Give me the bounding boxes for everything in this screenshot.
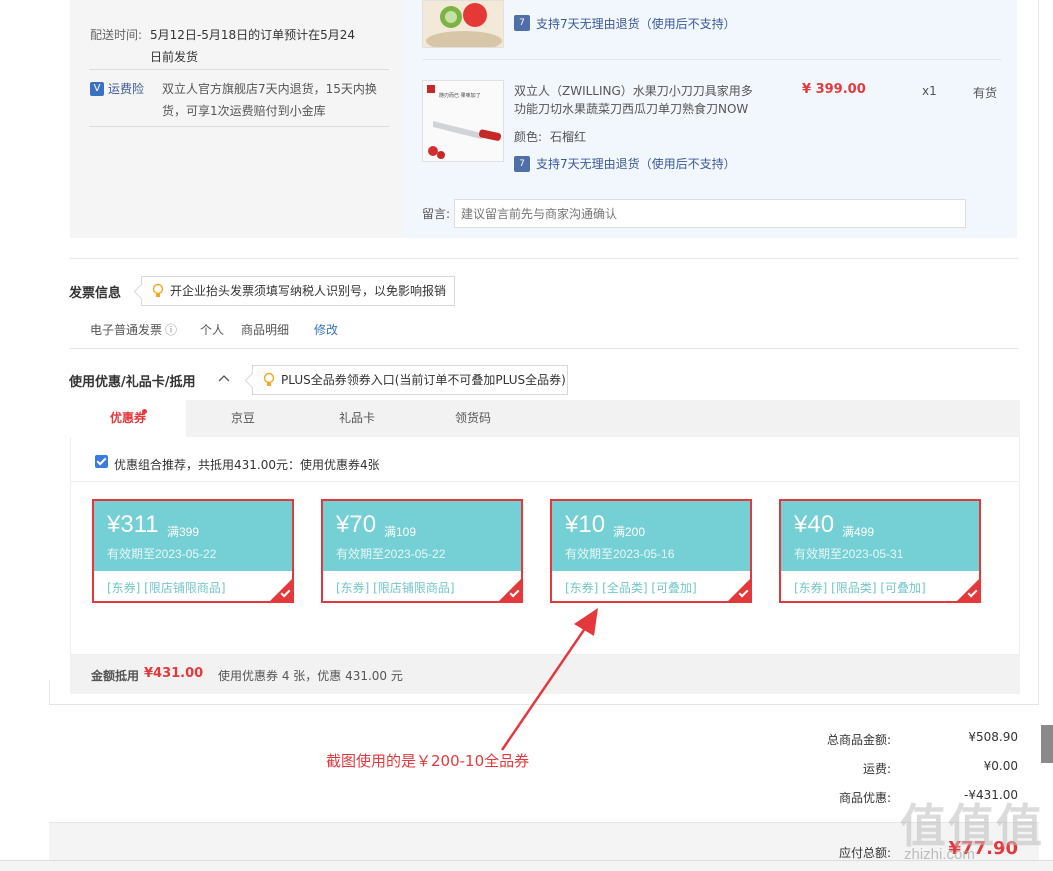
- lightbulb-icon: [152, 283, 164, 297]
- summary-amount: ¥431.00: [144, 666, 204, 681]
- coupon-tags: [东券] [限店铺限商品]: [107, 581, 226, 595]
- delivery-text-1: 5月12日-5月18日的订单预计在5月24: [150, 28, 356, 42]
- coupon-condition: 满499: [842, 525, 875, 539]
- tab-jingdou[interactable]: 京豆: [186, 400, 300, 437]
- divider: [422, 59, 1002, 60]
- shield-icon: V: [90, 82, 104, 96]
- coupon-card[interactable]: ¥70 满109 有效期至2023-05-22 [东券] [限店铺限商品]: [321, 499, 523, 603]
- return-policy-text: 支持7天无理由退货（使用后不支持）: [536, 17, 736, 31]
- coupon-tags: [东券] [限品类] [可叠加]: [794, 581, 926, 595]
- info-icon[interactable]: ⓘ: [165, 321, 177, 338]
- divider: [71, 481, 1019, 482]
- shipping-label: 运费:: [862, 762, 891, 776]
- insurance-text-1: 双立人官方旗舰店7天内退货，15天内换: [162, 82, 377, 96]
- product-quantity: x1: [922, 84, 937, 98]
- frame-line: [49, 680, 50, 705]
- delivery-text-2: 日前发货: [150, 50, 199, 64]
- summary-label: 金额抵用: [91, 669, 140, 683]
- chevron-up-icon[interactable]: [217, 373, 231, 383]
- goods-total-value: ¥508.90: [968, 730, 1018, 744]
- delivery-label: 配送时间:: [90, 28, 143, 42]
- coupon-validity: 有效期至2023-05-16: [565, 547, 675, 561]
- tab-coupons[interactable]: 优惠券: [70, 400, 186, 437]
- frame-line: [1038, 0, 1039, 705]
- color-label: 颜色:: [514, 130, 543, 144]
- payable-label: 应付总额:: [838, 846, 891, 860]
- tab-gift-card[interactable]: 礼品卡: [300, 400, 414, 437]
- freight-insurance-link[interactable]: 运费险: [108, 80, 144, 97]
- watermark-text: zhizhi.com: [904, 846, 975, 863]
- invoice-type: 电子普通发票: [90, 323, 163, 337]
- annotation-arrow-icon: [500, 608, 598, 751]
- message-input[interactable]: [454, 199, 966, 228]
- return-policy-icon: 7: [514, 15, 530, 31]
- tab-redeem-code[interactable]: 领货码: [414, 400, 532, 437]
- product-image[interactable]: [422, 0, 504, 48]
- message-label: 留言:: [422, 207, 451, 221]
- invoice-tip-text: 开企业抬头发票须填写纳税人识别号，以免影响报销: [170, 284, 447, 298]
- coupon-amount: ¥311: [107, 511, 159, 538]
- goods-discount-label: 商品优惠:: [838, 791, 891, 805]
- invoice-content: 商品明细: [241, 323, 290, 337]
- new-badge-dot: [142, 409, 147, 414]
- divider: [70, 348, 1018, 349]
- divider: [89, 69, 389, 70]
- lightbulb-icon: [263, 372, 275, 386]
- coupon-condition: 满399: [167, 525, 200, 539]
- coupon-amount: ¥10: [565, 511, 606, 538]
- invoice-owner: 个人: [200, 323, 225, 337]
- stock-status: 有货: [973, 86, 998, 100]
- plus-coupon-tip[interactable]: PLUS全品券领券入口(当前订单不可叠加PLUS全品券): [252, 365, 568, 395]
- coupon-card[interactable]: ¥10 满200 有效期至2023-05-16 [东券] [全品类] [可叠加]: [550, 499, 752, 603]
- product-image[interactable]: 随刃而已 果味加了: [422, 80, 504, 162]
- coupon-validity: 有效期至2023-05-22: [336, 547, 446, 561]
- bottom-bar: [0, 860, 1053, 871]
- coupon-condition: 满109: [384, 525, 417, 539]
- product-price: ¥ 399.00: [802, 82, 866, 97]
- insurance-text-2: 货，可享1次运费赔付到小金库: [162, 104, 326, 118]
- coupon-validity: 有效期至2023-05-31: [794, 547, 904, 561]
- divider: [70, 258, 1018, 259]
- coupon-condition: 满200: [613, 525, 646, 539]
- shipping-value: ¥0.00: [983, 759, 1018, 773]
- coupon-amount: ¥70: [336, 511, 377, 538]
- side-feedback-tab[interactable]: [1041, 725, 1053, 763]
- discount-section-title[interactable]: 使用优惠/礼品卡/抵用: [69, 371, 196, 390]
- return-policy-text: 支持7天无理由退货（使用后不支持）: [536, 157, 736, 171]
- coupon-card[interactable]: ¥40 满499 有效期至2023-05-31 [东券] [限品类] [可叠加]: [779, 499, 981, 603]
- goods-total-label: 总商品金额:: [826, 733, 891, 747]
- coupon-validity: 有效期至2023-05-22: [107, 547, 217, 561]
- thumb-caption: 随刃而已 果味加了: [439, 92, 481, 99]
- coupon-amount: ¥40: [794, 511, 835, 538]
- coupon-tags: [东券] [全品类] [可叠加]: [565, 581, 697, 595]
- invoice-tip: 开企业抬头发票须填写纳税人识别号，以免影响报销: [141, 276, 455, 306]
- annotation-text: 截图使用的是￥200-10全品券: [326, 752, 530, 770]
- knife-image-icon: 随刃而已 果味加了: [423, 81, 503, 161]
- product-photo-icon: [426, 3, 502, 47]
- color-value: 石榴红: [550, 130, 587, 144]
- coupon-card[interactable]: ¥311 满399 有效期至2023-05-22 [东券] [限店铺限商品]: [92, 499, 294, 603]
- divider: [89, 126, 389, 127]
- summary-text: 使用优惠券 4 张，优惠 431.00 元: [218, 669, 403, 683]
- invoice-edit-link[interactable]: 修改: [314, 321, 338, 338]
- plus-coupon-tip-text: PLUS全品券领券入口(当前订单不可叠加PLUS全品券): [281, 373, 566, 387]
- combo-recommend-checkbox[interactable]: [95, 455, 108, 468]
- product-title-1[interactable]: 双立人（ZWILLING）水果刀小刀刀具家用多: [514, 82, 753, 99]
- combo-recommend-label: 优惠组合推荐，共抵用431.00元：使用优惠券4张: [114, 458, 380, 472]
- product-title-2[interactable]: 功能刀切水果蔬菜刀西瓜刀单刀熟食刀NOW: [514, 100, 748, 117]
- invoice-section-title: 发票信息: [69, 286, 122, 301]
- discount-tabs: 优惠券 京豆 礼品卡 领货码: [70, 400, 1020, 437]
- coupon-tags: [东券] [限店铺限商品]: [336, 581, 455, 595]
- return-policy-icon: 7: [514, 156, 530, 172]
